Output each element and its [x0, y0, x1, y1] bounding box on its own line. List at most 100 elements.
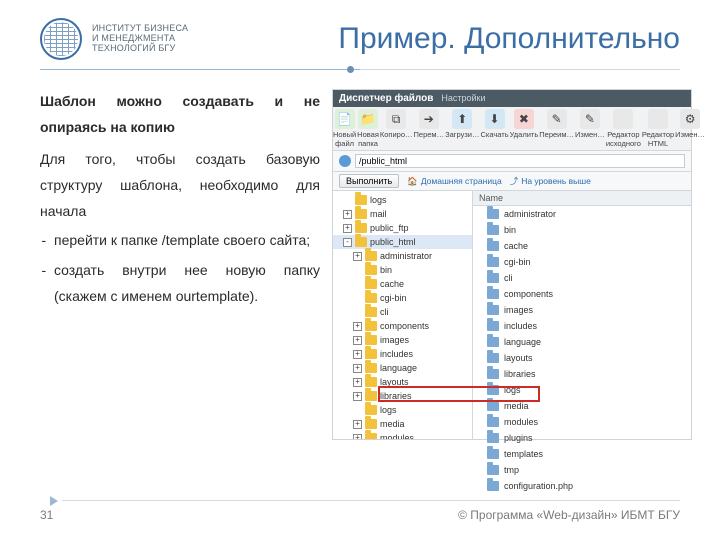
folder-icon	[355, 195, 367, 205]
page-number: 31	[40, 508, 53, 522]
list-row[interactable]: layouts	[473, 350, 691, 366]
globe-icon	[339, 155, 351, 167]
list-row[interactable]: configuration.php	[473, 478, 691, 494]
list-item: создать внутри нее новую папку (скажем с…	[54, 258, 320, 310]
toolbar-button[interactable]: ✎Измен…	[575, 109, 605, 148]
folder-icon	[365, 349, 377, 359]
list-row[interactable]: cgi-bin	[473, 254, 691, 270]
folder-icon	[365, 293, 377, 303]
folder-icon	[487, 481, 499, 491]
folder-icon	[487, 337, 499, 347]
toolbar-button[interactable]: Редактор исходного	[606, 109, 641, 148]
slide-title: Пример. Дополнительно	[188, 22, 680, 56]
folder-tree[interactable]: logs+mail+public_ftp-public_html+adminis…	[333, 191, 473, 439]
tree-row[interactable]: cgi-bin	[333, 291, 472, 305]
list-row[interactable]: cache	[473, 238, 691, 254]
folder-icon	[365, 405, 377, 415]
list-item: перейти к папке /template своего сайта;	[54, 228, 320, 254]
lead-text: Шаблон можно создавать и не опираясь на …	[40, 89, 320, 141]
folder-icon	[365, 279, 377, 289]
folder-icon	[487, 225, 499, 235]
list-row[interactable]: libraries	[473, 366, 691, 382]
list-header: Name	[473, 191, 691, 206]
toolbar-button[interactable]: ⚙Измен…	[675, 109, 705, 148]
folder-icon	[487, 289, 499, 299]
tree-row[interactable]: +includes	[333, 347, 472, 361]
bullet-list: перейти к папке /template своего сайта; …	[40, 228, 320, 310]
fm-runbar: Выполнить 🏠 Домашняя страница ⤴ На урове…	[333, 172, 691, 191]
toolbar-button[interactable]: 📄Новый файл	[333, 109, 356, 148]
list-row[interactable]: media	[473, 398, 691, 414]
folder-icon	[365, 335, 377, 345]
list-row[interactable]: logs	[473, 382, 691, 398]
up-link[interactable]: ⤴ На уровень выше	[510, 175, 591, 187]
tree-row[interactable]: +public_ftp	[333, 221, 472, 235]
folder-icon	[365, 321, 377, 331]
tree-row[interactable]: +images	[333, 333, 472, 347]
org-logo	[40, 18, 82, 60]
list-row[interactable]: administrator	[473, 206, 691, 222]
folder-icon	[365, 251, 377, 261]
tree-row[interactable]: logs	[333, 403, 472, 417]
home-link[interactable]: 🏠 Домашняя страница	[407, 176, 501, 187]
paragraph: Для того, чтобы создать базовую структур…	[40, 147, 320, 225]
tree-row[interactable]: cli	[333, 305, 472, 319]
fm-toolbar: 📄Новый файл📁Новая папка⧉Копиро…➔Перем…⬆З…	[333, 107, 691, 151]
tree-row[interactable]: +media	[333, 417, 472, 431]
folder-icon	[365, 391, 377, 401]
folder-icon	[365, 377, 377, 387]
file-list[interactable]: Name administratorbincachecgi-binclicomp…	[473, 191, 691, 439]
folder-icon	[487, 385, 499, 395]
fm-pathbar	[333, 151, 691, 172]
tree-row[interactable]: +administrator	[333, 249, 472, 263]
fm-settings-link[interactable]: Настройки	[441, 93, 485, 103]
folder-icon	[365, 307, 377, 317]
list-row[interactable]: tmp	[473, 462, 691, 478]
tree-row[interactable]: cache	[333, 277, 472, 291]
tree-row[interactable]: +modules	[333, 431, 472, 439]
toolbar-button[interactable]: ✎Переим…	[539, 109, 574, 148]
folder-icon	[487, 305, 499, 315]
toolbar-button[interactable]: ➔Перем…	[414, 109, 445, 148]
toolbar-button[interactable]: 📁Новая папка	[357, 109, 379, 148]
tree-row[interactable]: +components	[333, 319, 472, 333]
fm-titlebar: Диспетчер файлов Настройки	[333, 90, 691, 107]
folder-icon	[487, 321, 499, 331]
toolbar-button[interactable]: ✖Удалить	[510, 109, 539, 148]
folder-icon	[355, 223, 367, 233]
list-row[interactable]: images	[473, 302, 691, 318]
run-button[interactable]: Выполнить	[339, 174, 399, 188]
folder-icon	[365, 265, 377, 275]
path-input[interactable]	[355, 154, 685, 168]
tree-row[interactable]: +language	[333, 361, 472, 375]
folder-icon	[365, 363, 377, 373]
folder-icon	[487, 353, 499, 363]
list-row[interactable]: language	[473, 334, 691, 350]
toolbar-button[interactable]: Редактор HTML	[642, 109, 674, 148]
list-row[interactable]: modules	[473, 414, 691, 430]
folder-icon	[365, 433, 377, 439]
tree-row[interactable]: +mail	[333, 207, 472, 221]
footer-arrow-icon	[50, 496, 58, 506]
folder-icon	[365, 419, 377, 429]
tree-row[interactable]: logs	[333, 193, 472, 207]
folder-icon	[487, 449, 499, 459]
list-row[interactable]: includes	[473, 318, 691, 334]
list-row[interactable]: cli	[473, 270, 691, 286]
toolbar-button[interactable]: ⬆Загрузи…	[445, 109, 479, 148]
list-row[interactable]: plugins	[473, 430, 691, 446]
file-manager: Диспетчер файлов Настройки 📄Новый файл📁Н…	[332, 89, 692, 440]
toolbar-button[interactable]: ⧉Копиро…	[380, 109, 413, 148]
list-row[interactable]: bin	[473, 222, 691, 238]
list-row[interactable]: templates	[473, 446, 691, 462]
tree-row[interactable]: +layouts	[333, 375, 472, 389]
folder-icon	[487, 209, 499, 219]
tree-row[interactable]: +libraries	[333, 389, 472, 403]
body-text: Шаблон можно создавать и не опираясь на …	[40, 89, 320, 440]
fm-title: Диспетчер файлов	[339, 93, 433, 104]
tree-row[interactable]: -public_html	[333, 235, 472, 249]
folder-icon	[355, 237, 367, 247]
tree-row[interactable]: bin	[333, 263, 472, 277]
toolbar-button[interactable]: ⬇Скачать	[481, 109, 509, 148]
list-row[interactable]: components	[473, 286, 691, 302]
